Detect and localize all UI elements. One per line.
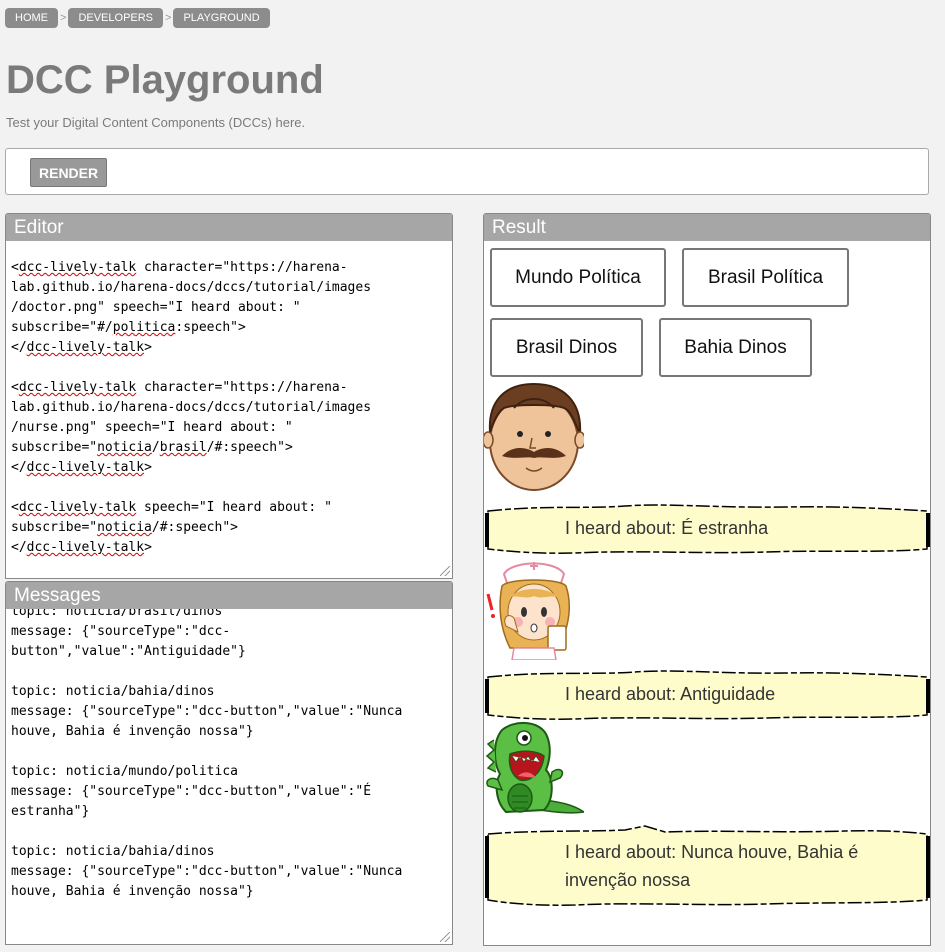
code-token: lab.github.io/harena-docs/dccs/tutorial/… bbox=[11, 280, 372, 295]
code-token: /#:speech"> bbox=[151, 520, 238, 535]
code-token: character="https://harena- bbox=[136, 380, 348, 395]
misspelled-token: dcc-lively-talk bbox=[18, 380, 137, 395]
speech-text: I heard about: Antiguidade bbox=[565, 684, 776, 704]
editor-line: /doctor.png" speech="I heard about: " bbox=[11, 298, 447, 318]
code-token: :speech"> bbox=[175, 320, 246, 335]
code-token: > bbox=[144, 340, 152, 355]
brasil-dinos-button[interactable]: Brasil Dinos bbox=[490, 318, 643, 377]
doctor-icon bbox=[484, 382, 584, 491]
code-token: > bbox=[144, 540, 152, 555]
code-token: /nurse.png" speech="I heard about: " bbox=[11, 420, 293, 435]
render-button[interactable]: RENDER bbox=[30, 158, 108, 187]
messages-header: Messages bbox=[6, 582, 452, 609]
code-token: subscribe=" bbox=[11, 520, 98, 535]
misspelled-token: dcc-lively-talk bbox=[18, 500, 137, 515]
editor-line: <dcc-lively-talk speech="I heard about: … bbox=[11, 498, 447, 518]
misspelled-token: brasil bbox=[159, 440, 207, 455]
code-token: / bbox=[151, 440, 160, 455]
editor-line: </dcc-lively-talk> bbox=[11, 538, 447, 558]
misspelled-token: politica bbox=[112, 320, 176, 335]
messages-log[interactable]: topic: noticia/brasil/dinos message: {"s… bbox=[11, 602, 447, 902]
breadcrumb-separator: > bbox=[165, 12, 172, 24]
resize-handle[interactable] bbox=[440, 932, 450, 942]
misspelled-token: dcc-lively-talk bbox=[26, 340, 145, 355]
page-title: DCC Playground bbox=[6, 58, 324, 102]
result-panel: Result Mundo Política Brasil Política Br… bbox=[483, 213, 931, 946]
misspelled-token: noticia bbox=[97, 440, 152, 455]
nurse-icon bbox=[486, 562, 571, 660]
code-token: subscribe="#/ bbox=[11, 320, 113, 335]
render-bar: RENDER bbox=[5, 148, 929, 195]
editor-line: subscribe="#/politica:speech"> bbox=[11, 318, 447, 338]
code-token: subscribe=" bbox=[11, 440, 98, 455]
breadcrumb-playground[interactable]: PLAYGROUND bbox=[173, 8, 270, 28]
editor-header: Editor bbox=[6, 214, 452, 241]
misspelled-token: dcc-lively-talk bbox=[26, 540, 145, 555]
code-token: speech="I heard about: " bbox=[136, 500, 332, 515]
code-token: < bbox=[11, 260, 19, 275]
misspelled-token: dcc-lively-talk bbox=[18, 260, 137, 275]
breadcrumb-developers[interactable]: DEVELOPERS bbox=[68, 8, 164, 28]
dinosaur-icon bbox=[485, 722, 584, 814]
page-subtitle: Test your Digital Content Components (DC… bbox=[6, 115, 306, 130]
code-token: /#:speech"> bbox=[206, 440, 293, 455]
breadcrumb-home[interactable]: HOME bbox=[5, 8, 58, 28]
code-token: </ bbox=[11, 460, 27, 475]
editor-line: </dcc-lively-talk> bbox=[11, 458, 447, 478]
brasil-politica-button[interactable]: Brasil Política bbox=[682, 248, 849, 307]
speech-text: I heard about: É estranha bbox=[565, 518, 769, 538]
editor-line: </dcc-lively-talk> bbox=[11, 338, 447, 358]
code-token: character="https://harena- bbox=[136, 260, 348, 275]
code-token: < bbox=[11, 380, 19, 395]
speech-bubble: I heard about: É estranha bbox=[485, 503, 930, 555]
misspelled-token: dcc-lively-talk bbox=[26, 460, 145, 475]
code-token: lab.github.io/harena-docs/dccs/tutorial/… bbox=[11, 400, 372, 415]
editor-line: subscribe="noticia/#:speech"> bbox=[11, 518, 447, 538]
code-token: > bbox=[144, 460, 152, 475]
result-header: Result bbox=[484, 214, 930, 241]
speech-bubble: I heard about: Antiguidade bbox=[485, 669, 930, 721]
editor-line: lab.github.io/harena-docs/dccs/tutorial/… bbox=[11, 398, 447, 418]
resize-handle[interactable] bbox=[440, 566, 450, 576]
editor-line: <dcc-lively-talk character="https://hare… bbox=[11, 258, 447, 278]
mundo-politica-button[interactable]: Mundo Política bbox=[490, 248, 666, 307]
editor-line: /nurse.png" speech="I heard about: " bbox=[11, 418, 447, 438]
editor-panel: Editor <dcc-lively-talk character="https… bbox=[5, 213, 453, 579]
editor-line: subscribe="noticia/brasil/#:speech"> bbox=[11, 438, 447, 458]
bahia-dinos-button[interactable]: Bahia Dinos bbox=[659, 318, 812, 377]
misspelled-token: noticia bbox=[97, 520, 152, 535]
editor-textarea[interactable]: <dcc-lively-talk character="https://hare… bbox=[11, 258, 447, 576]
breadcrumb-separator: > bbox=[60, 12, 67, 24]
speech-text: I heard about: Nunca houve, Bahia é inve… bbox=[565, 842, 859, 890]
speech-bubble: I heard about: Nunca houve, Bahia é inve… bbox=[485, 824, 930, 908]
code-token: /doctor.png" speech="I heard about: " bbox=[11, 300, 301, 315]
code-token: < bbox=[11, 500, 19, 515]
editor-line: <dcc-lively-talk character="https://hare… bbox=[11, 378, 447, 398]
code-token: </ bbox=[11, 340, 27, 355]
editor-line: lab.github.io/harena-docs/dccs/tutorial/… bbox=[11, 278, 447, 298]
code-token: </ bbox=[11, 540, 27, 555]
messages-panel: Messages topic: noticia/brasil/dinos mes… bbox=[5, 581, 453, 945]
breadcrumb: HOME > DEVELOPERS > PLAYGROUND bbox=[5, 8, 270, 28]
